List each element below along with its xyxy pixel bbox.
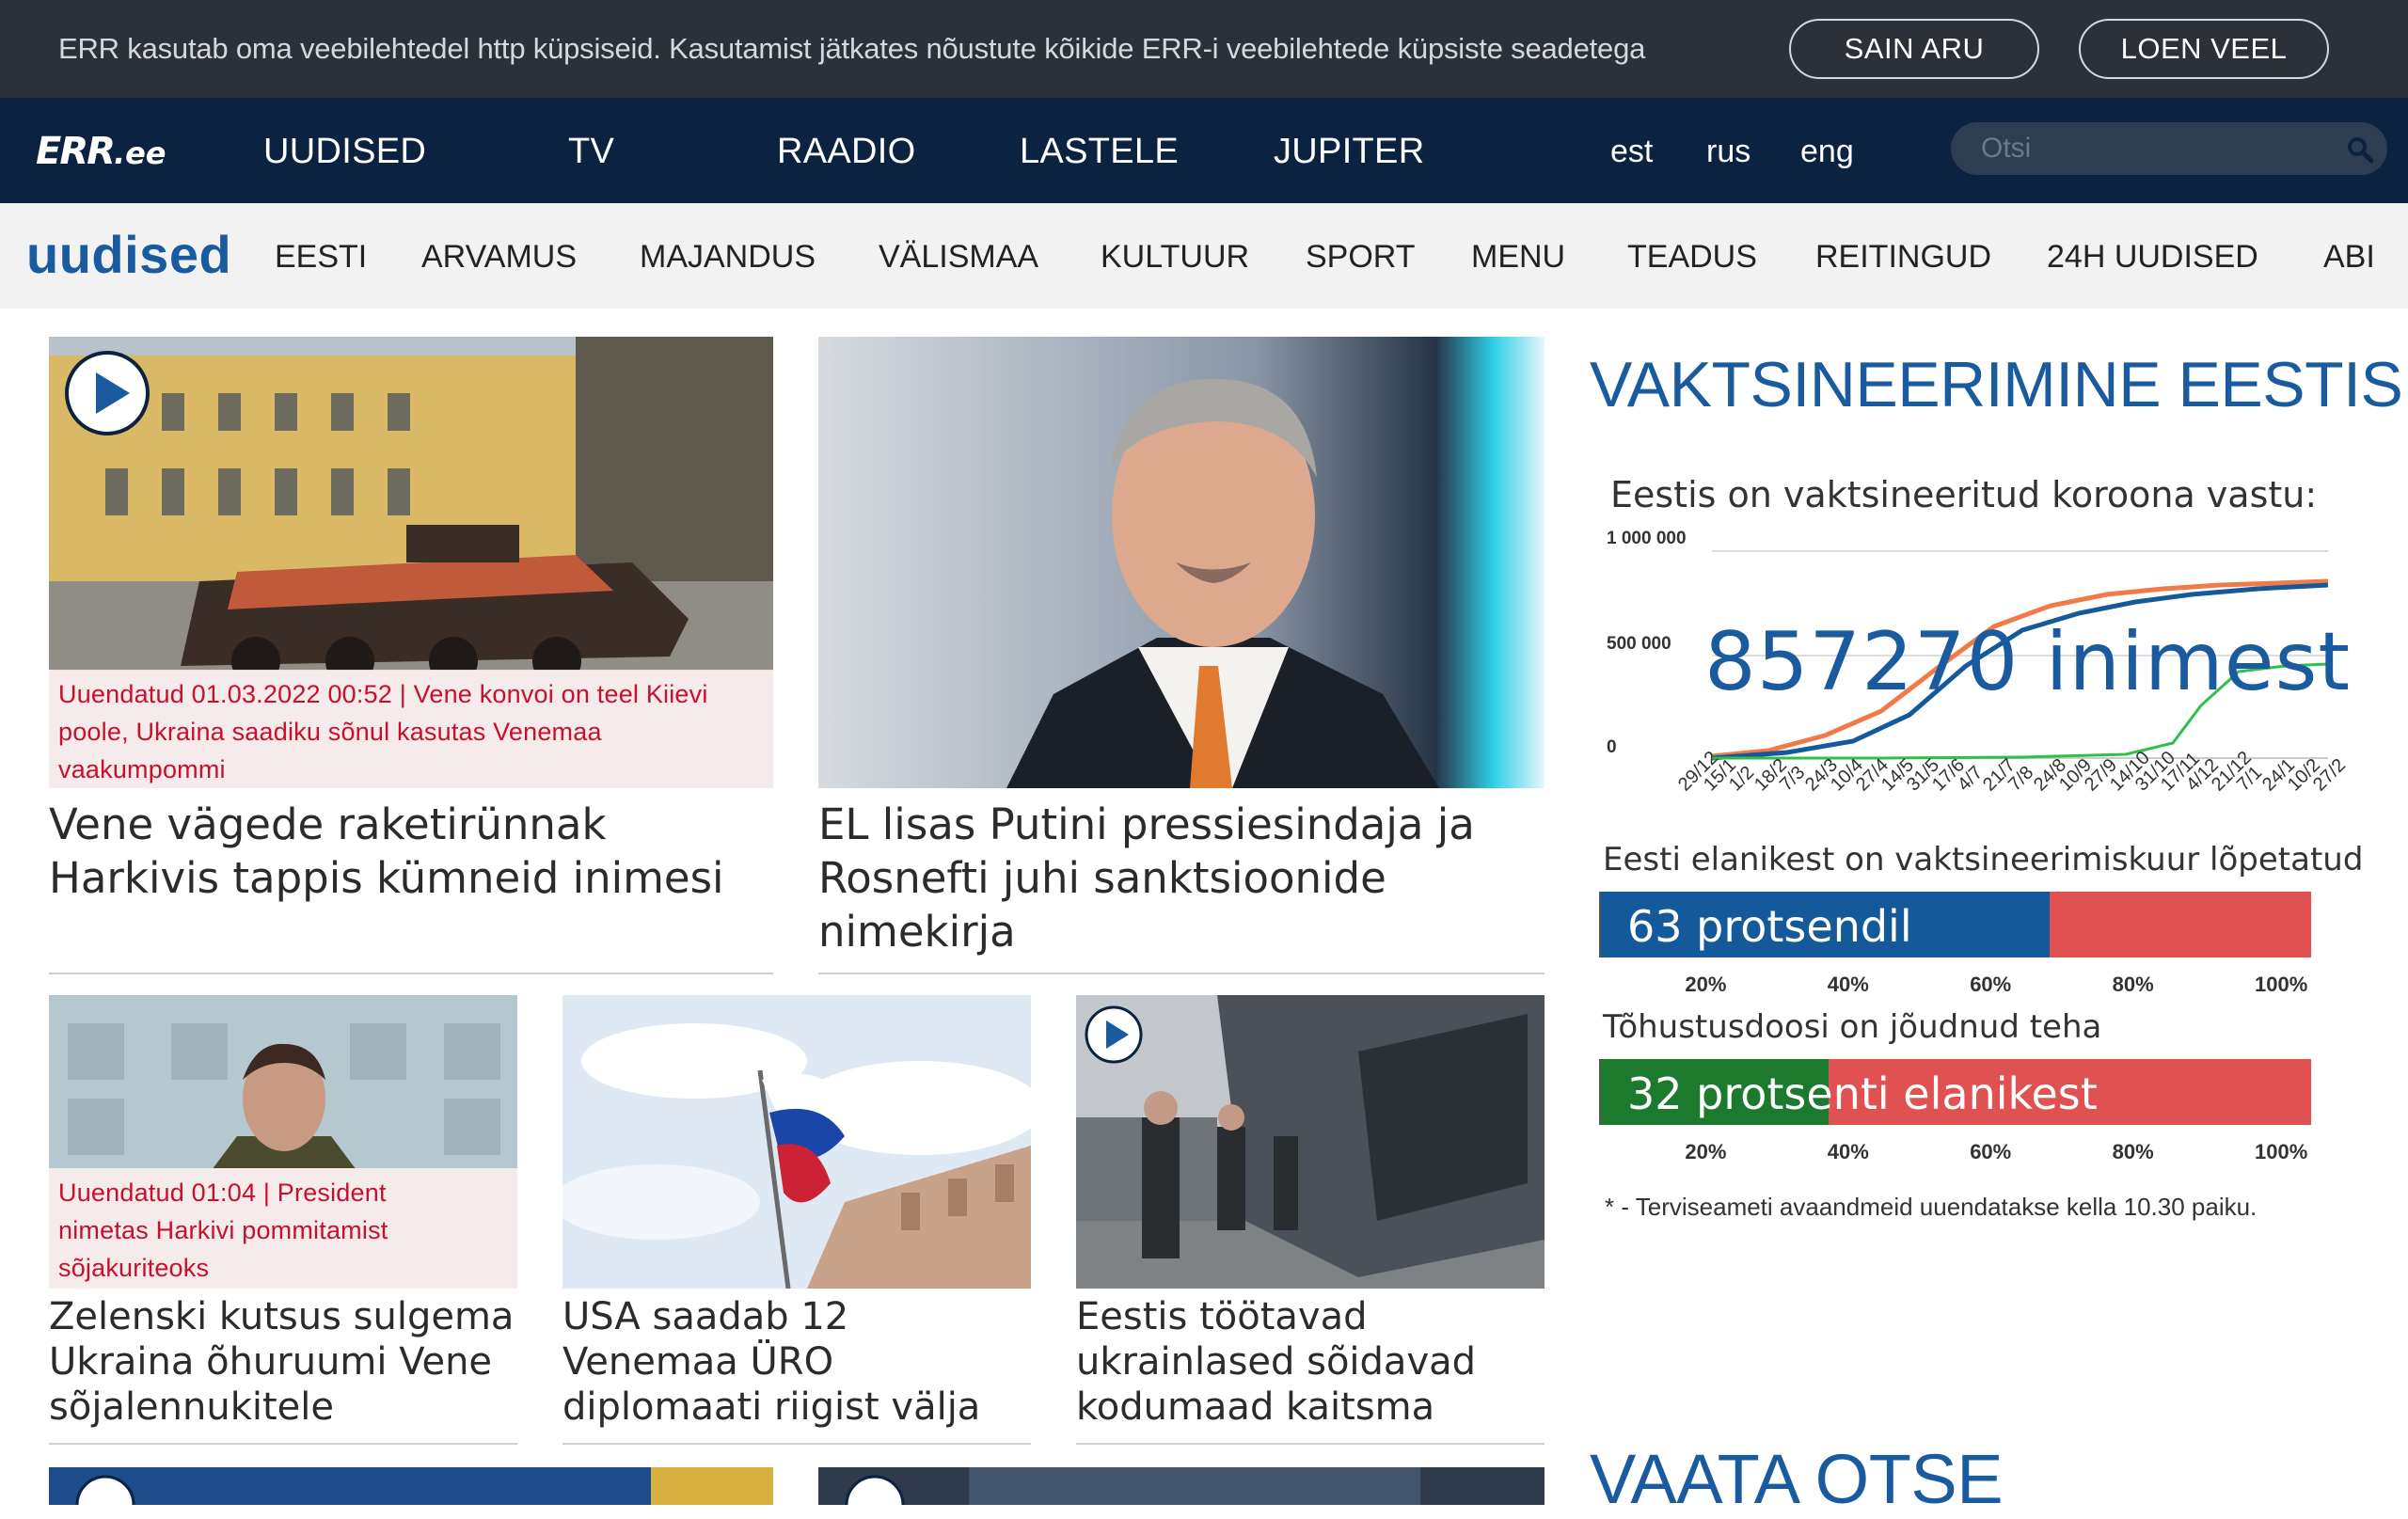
percent-tick-label: 20%	[1685, 973, 1727, 996]
subnav-item-teadus[interactable]: TEADUS	[1627, 239, 1757, 276]
lang-eng[interactable]: eng	[1800, 134, 1854, 170]
booster-progress-bar: 32 protsenti elanikest	[1599, 1059, 2311, 1125]
logo-suffix: .ee	[113, 135, 166, 171]
lang-rus[interactable]: rus	[1706, 134, 1751, 170]
logo-main: ERR	[36, 130, 116, 173]
percent-tick-label: 80%	[2112, 973, 2154, 996]
nav-item-lastele[interactable]: LASTELE	[1020, 132, 1179, 172]
section-navigation: uudised EESTI ARVAMUS MAJANDUS VÄLISMAA …	[0, 203, 2408, 309]
article-card[interactable]: EL lisas Putini pressiesindaja ja Rosnef…	[818, 337, 1545, 974]
update-ticker[interactable]: Uuendatud 01:04 | President nimetas Hark…	[49, 1168, 517, 1289]
nav-item-tv[interactable]: TV	[568, 132, 614, 172]
cookie-read-more-button[interactable]: LOEN VEEL	[2079, 19, 2329, 79]
lang-est[interactable]: est	[1610, 134, 1653, 170]
article-card[interactable]: Uuendatud 01:04 | President nimetas Hark…	[49, 995, 517, 1447]
percent-tick-label: 20%	[1685, 1140, 1727, 1163]
booster-label: Tõhustusdoosi on jõudnud teha	[1603, 1008, 2102, 1046]
percent-tick-label: 80%	[2112, 1140, 2154, 1163]
article-image[interactable]	[818, 1467, 1545, 1505]
article-image[interactable]	[1076, 995, 1545, 1289]
article-title[interactable]: Vene vägede raketirünnak Harkivis tappis…	[49, 798, 773, 905]
cookie-accept-button[interactable]: SAIN ARU	[1789, 19, 2039, 79]
divider	[562, 1443, 1031, 1445]
article-title[interactable]: Zelenski kutsus sulgema Ukraina õhuruumi…	[49, 1294, 517, 1430]
percent-tick-label: 100%	[2255, 973, 2308, 996]
divider	[49, 973, 773, 974]
divider	[1076, 1443, 1545, 1445]
search-icon[interactable]	[2346, 135, 2374, 164]
completed-label: Eesti elanikest on vaktsineerimiskuur lõ…	[1603, 841, 2364, 878]
play-video-icon[interactable]	[1084, 1005, 1144, 1065]
subnav-item-majandus[interactable]: MAJANDUS	[640, 239, 816, 276]
divider	[818, 973, 1545, 974]
watch-live-title[interactable]: VAATA OTSE	[1590, 1439, 2004, 1519]
article-card[interactable]	[818, 1467, 1545, 1505]
percent-tick-label: 60%	[1970, 1140, 2012, 1163]
update-ticker[interactable]: Uuendatud 01.03.2022 00:52 | Vene konvoi…	[49, 670, 773, 788]
vaccination-widget-title[interactable]: VAKTSINEERIMINE EESTIS	[1590, 348, 2403, 421]
percent-tick-label: 40%	[1827, 1140, 1869, 1163]
nav-item-jupiter[interactable]: JUPITER	[1274, 132, 1424, 172]
booster-text: 32 protsenti elanikest	[1627, 1068, 2098, 1119]
err-logo[interactable]: ERR.ee	[36, 130, 166, 173]
article-card[interactable]: Eestis töötavad ukrainlased sõidavad kod…	[1076, 995, 1545, 1447]
search-box	[1951, 122, 2387, 175]
subnav-item-abi[interactable]: ABI	[2323, 239, 2375, 276]
subnav-item-eesti[interactable]: EESTI	[275, 239, 367, 276]
completed-text: 63 protsendil	[1627, 901, 1912, 952]
article-card[interactable]	[49, 1467, 773, 1505]
article-title[interactable]: Eestis töötavad ukrainlased sõidavad kod…	[1076, 1294, 1545, 1430]
section-title[interactable]: uudised	[26, 224, 231, 285]
article-image[interactable]	[562, 995, 1031, 1289]
subnav-item-sport[interactable]: SPORT	[1306, 239, 1416, 276]
nav-item-uudised[interactable]: UUDISED	[263, 132, 426, 172]
search-input[interactable]	[1981, 130, 2329, 167]
divider	[49, 1443, 517, 1445]
subnav-item-24h-uudised[interactable]: 24H UUDISED	[2047, 239, 2258, 276]
subnav-item-valismaa[interactable]: VÄLISMAA	[879, 239, 1038, 276]
vaccination-subtitle: Eestis on vaktsineeritud koroona vastu:	[1610, 474, 2318, 515]
article-image[interactable]	[818, 337, 1545, 788]
cookie-banner: ERR kasutab oma veebilehtedel http küpsi…	[0, 0, 2408, 98]
percent-tick-label: 40%	[1827, 973, 1869, 996]
cookie-text: ERR kasutab oma veebilehtedel http küpsi…	[58, 32, 1646, 65]
play-video-icon[interactable]	[64, 350, 150, 436]
subnav-item-reitingud[interactable]: REITINGUD	[1815, 239, 1991, 276]
data-update-note: * - Terviseameti avaandmeid uuendatakse …	[1605, 1193, 2258, 1221]
article-title[interactable]: USA saadab 12 Venemaa ÜRO diplomaati rii…	[562, 1294, 1031, 1430]
vaccinated-count: 857270 inimest	[1704, 615, 2352, 709]
subnav-item-arvamus[interactable]: ARVAMUS	[421, 239, 577, 276]
article-card[interactable]: USA saadab 12 Venemaa ÜRO diplomaati rii…	[562, 995, 1031, 1447]
percent-tick-label: 100%	[2255, 1140, 2308, 1163]
article-card[interactable]: Uuendatud 01.03.2022 00:52 | Vene konvoi…	[49, 337, 773, 974]
nav-item-raadio[interactable]: RAADIO	[777, 132, 916, 172]
article-title[interactable]: EL lisas Putini pressiesindaja ja Rosnef…	[818, 798, 1545, 958]
percent-tick-label: 60%	[1970, 973, 2012, 996]
main-navigation: ERR.ee UUDISED TV RAADIO LASTELE JUPITER…	[0, 98, 2408, 203]
subnav-item-menu[interactable]: MENU	[1471, 239, 1565, 276]
subnav-item-kultuur[interactable]: KULTUUR	[1101, 239, 1249, 276]
article-image[interactable]	[49, 1467, 773, 1505]
completed-progress-bar: 63 protsendil	[1599, 892, 2311, 957]
